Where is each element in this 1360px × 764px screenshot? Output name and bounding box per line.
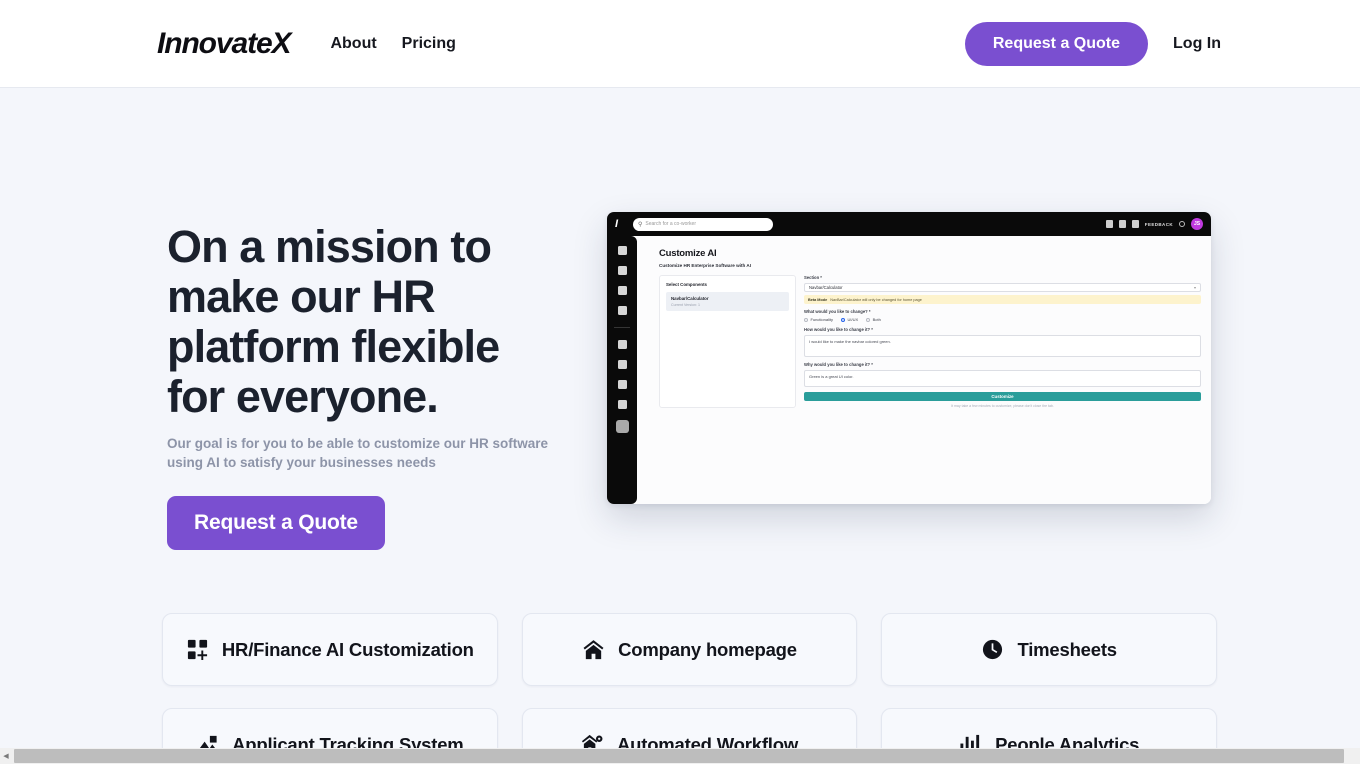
- radio-selected-icon: [840, 317, 845, 322]
- beta-mode-note: Beta Mode NavBar/Calculator will only be…: [804, 295, 1201, 304]
- mockup-search-input[interactable]: ⚲ Search for a co-worker: [633, 217, 773, 231]
- avatar[interactable]: JS: [1191, 218, 1203, 230]
- radio-ui-ux-label: UI/UX: [847, 317, 859, 322]
- card-timesheets[interactable]: Timesheets: [881, 613, 1218, 686]
- question-1-label: What would you like to change? *: [804, 309, 871, 314]
- header-actions: Request a Quote Log In: [964, 21, 1221, 66]
- question-3-label: Why would you like to change it? *: [804, 362, 873, 367]
- info-icon[interactable]: [1179, 221, 1185, 227]
- scrollbar-track[interactable]: [12, 748, 1360, 764]
- section-select-value: Navbar/Calculator: [809, 284, 843, 290]
- mockup-search-placeholder: Search for a co-worker: [645, 221, 696, 227]
- question-1-options: Functionality UI/UX Both: [804, 317, 1201, 322]
- book-icon[interactable]: [1131, 220, 1139, 228]
- landing-page: InnovateX About Pricing Request a Quote …: [0, 0, 1360, 764]
- question-2-textarea[interactable]: I would like to make the navbar colored …: [804, 335, 1201, 357]
- search-icon: ⚲: [638, 221, 643, 228]
- mockup-columns: Select Components Navbar/Calculator Curr…: [659, 275, 1211, 408]
- sidebar-people-icon[interactable]: [617, 400, 627, 409]
- hero-subtitle: Our goal is for you to be able to custom…: [167, 436, 549, 470]
- home-icon: [582, 638, 605, 661]
- select-components-panel: Select Components Navbar/Calculator Curr…: [659, 275, 796, 408]
- mockup-main: Customize AI Customize HR Enterprise Sof…: [637, 236, 1211, 504]
- sidebar-list-icon[interactable]: [617, 266, 627, 275]
- sidebar-building-icon[interactable]: [617, 286, 627, 295]
- beta-mode-badge: Beta Mode: [808, 297, 828, 302]
- hero-section: On a mission to make our HR platform fle…: [0, 88, 1360, 600]
- radio-functionality-label: Functionality: [810, 317, 833, 322]
- site-header: InnovateX About Pricing Request a Quote …: [0, 0, 1360, 88]
- component-name: Navbar/Calculator: [671, 296, 709, 301]
- main-navigation: About Pricing: [330, 35, 455, 53]
- question-2-label: How would you like to change it? *: [804, 327, 873, 332]
- customize-submit-note: It may take a few minutes to customize, …: [951, 403, 1054, 408]
- sidebar-layers-icon[interactable]: [617, 306, 627, 315]
- feedback-label[interactable]: FEEDBACK: [1145, 222, 1173, 227]
- sidebar-shield-icon[interactable]: [617, 380, 627, 389]
- card-hr-finance-ai-customization[interactable]: HR/Finance AI Customization: [162, 613, 498, 686]
- component-list-item[interactable]: Navbar/Calculator Current Version: 1: [666, 292, 789, 311]
- radio-both-label: Both: [872, 317, 881, 322]
- radio-both[interactable]: Both: [866, 317, 881, 322]
- section-label: Section *: [804, 275, 822, 280]
- mockup-body: Customize AI Customize HR Enterprise Sof…: [607, 236, 1211, 504]
- login-link[interactable]: Log In: [1173, 35, 1221, 53]
- sidebar-divider: [614, 327, 630, 328]
- hero-copy: On a mission to make our HR platform fle…: [167, 222, 567, 550]
- horizontal-scrollbar[interactable]: ◀: [0, 748, 1360, 764]
- radio-ui-ux[interactable]: UI/UX: [840, 317, 859, 322]
- download-icon[interactable]: [1105, 220, 1113, 228]
- card-row: HR/Finance AI Customization Company home…: [162, 613, 1218, 686]
- beta-mode-text: NavBar/Calculator will only be changed f…: [830, 297, 922, 302]
- product-screenshot-mockup: I ⚲ Search for a co-worker FEEDBACK JS C…: [607, 212, 1211, 504]
- mockup-page-title: Customize AI: [659, 248, 717, 259]
- customize-submit-button[interactable]: Customize: [804, 392, 1201, 401]
- mockup-sidebar: [607, 236, 637, 504]
- clock-icon: [981, 638, 1004, 661]
- radio-functionality[interactable]: Functionality: [804, 317, 833, 322]
- card-label: Timesheets: [1017, 638, 1117, 660]
- card-label: Company homepage: [618, 638, 797, 660]
- scroll-left-arrow-icon[interactable]: ◀: [0, 748, 12, 764]
- lock-icon[interactable]: [1118, 220, 1126, 228]
- mockup-topbar-actions: FEEDBACK JS: [1105, 218, 1203, 230]
- radio-icon: [804, 317, 808, 322]
- sidebar-home-icon[interactable]: [617, 246, 627, 255]
- header-request-quote-button[interactable]: Request a Quote: [964, 21, 1149, 66]
- select-components-title: Select Components: [666, 282, 707, 287]
- radio-icon: [866, 317, 871, 322]
- hero-title: On a mission to make our HR platform fle…: [167, 221, 500, 422]
- nav-link-pricing[interactable]: Pricing: [402, 35, 456, 53]
- question-3-textarea[interactable]: Green is a great UI color.: [804, 370, 1201, 387]
- chevron-down-icon: ▾: [1193, 284, 1196, 290]
- customize-form: Section * Navbar/Calculator ▾ Beta Mode …: [804, 275, 1211, 408]
- section-select[interactable]: Navbar/Calculator ▾: [804, 282, 1201, 292]
- mockup-logo: I: [615, 218, 619, 230]
- component-version: Current Version: 1: [671, 303, 700, 307]
- scrollbar-thumb[interactable]: [14, 749, 1344, 763]
- grid-plus-icon: [186, 638, 209, 661]
- card-label: HR/Finance AI Customization: [221, 638, 474, 660]
- brand-logo[interactable]: InnovateX: [157, 28, 292, 59]
- mockup-page-subtitle: Customize HR Enterprise Software with AI: [659, 263, 751, 268]
- sidebar-clock-icon[interactable]: [617, 340, 627, 349]
- mockup-topbar: I ⚲ Search for a co-worker FEEDBACK JS: [607, 212, 1211, 236]
- sidebar-card-icon[interactable]: [617, 360, 627, 369]
- nav-link-about[interactable]: About: [330, 35, 376, 53]
- feature-card-grid: HR/Finance AI Customization Company home…: [162, 613, 1218, 764]
- card-company-homepage[interactable]: Company homepage: [521, 613, 858, 686]
- hero-request-quote-button[interactable]: Request a Quote: [167, 496, 385, 550]
- sidebar-customize-ai-icon[interactable]: [615, 420, 629, 433]
